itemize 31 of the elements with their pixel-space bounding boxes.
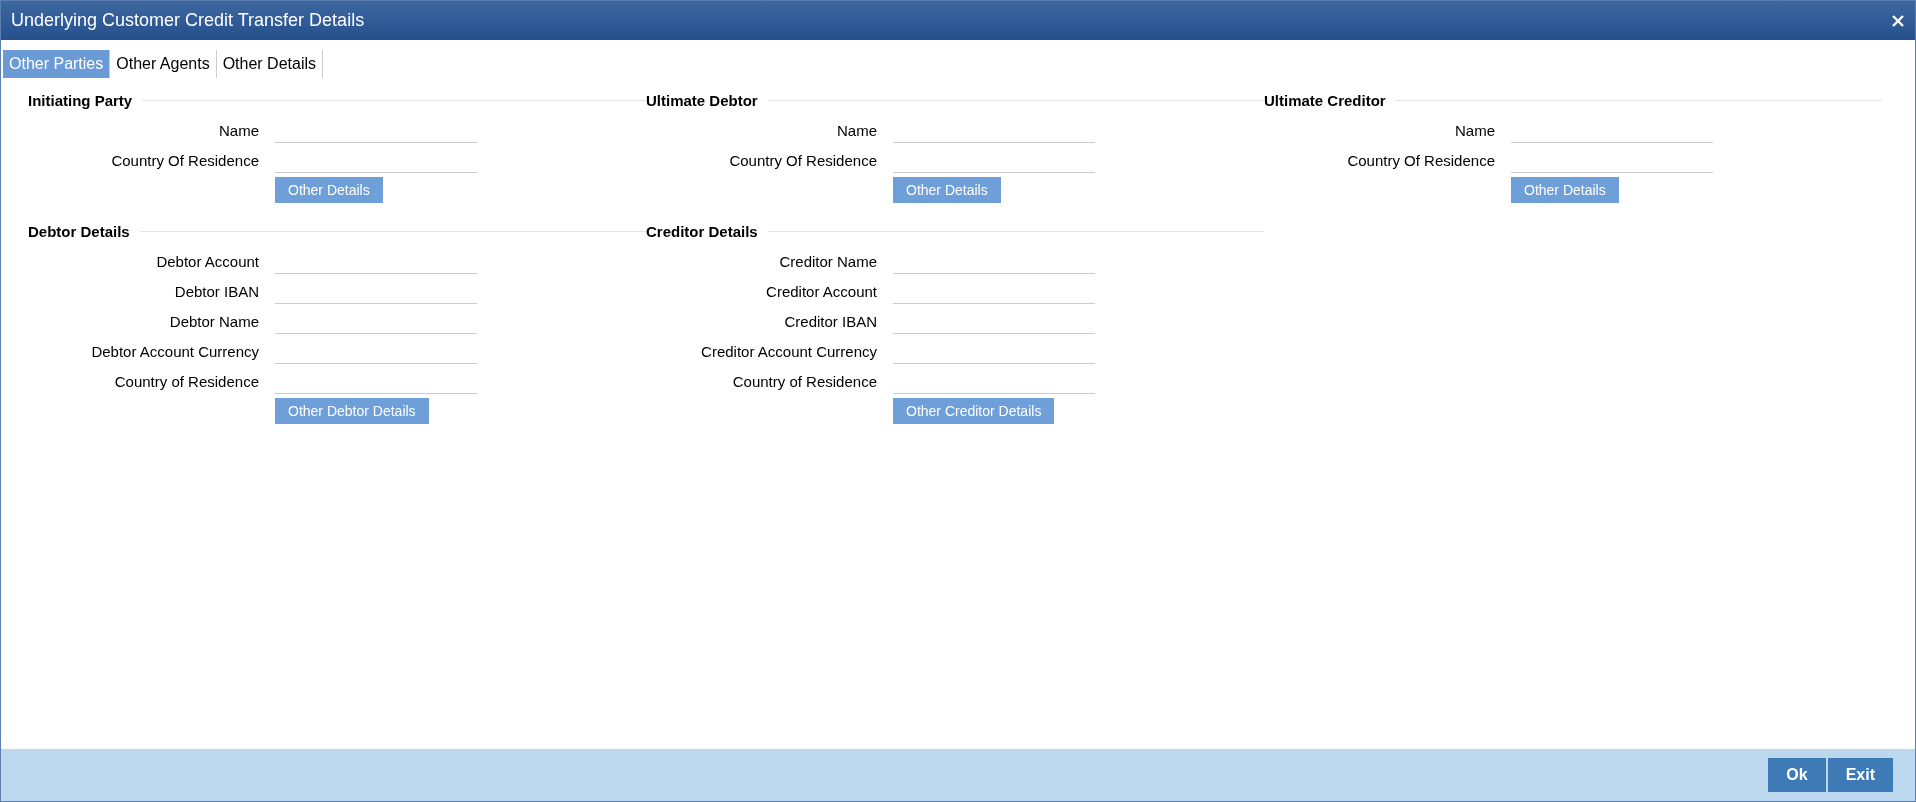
field-label: Creditor Account: [765, 282, 878, 300]
field-label: Creditor IBAN: [783, 312, 878, 330]
field-label: Debtor IBAN: [173, 282, 260, 300]
section-title: Debtor Details: [28, 223, 130, 240]
field-label: Country Of Residence: [110, 151, 260, 169]
field-label: Name: [1454, 121, 1496, 139]
details-button[interactable]: Other Creditor Details: [893, 398, 1055, 424]
footer-button[interactable]: Exit: [1827, 758, 1893, 792]
section-title: Initiating Party: [28, 92, 133, 109]
field-label: Name: [218, 121, 260, 139]
field-label: Debtor Account: [155, 252, 260, 270]
field-label: Name: [836, 121, 878, 139]
section-title: Ultimate Creditor: [1264, 92, 1386, 109]
footer-button[interactable]: Ok: [1768, 758, 1826, 792]
field-label: Country Of Residence: [1346, 151, 1496, 169]
tab[interactable]: Other Parties: [3, 50, 111, 78]
field-label: Country Of Residence: [728, 151, 878, 169]
field-label: Creditor Name: [778, 252, 878, 270]
field-label: Creditor Account Currency: [700, 342, 878, 360]
field-label: Country of Residence: [113, 372, 260, 390]
section-title: Ultimate Debtor: [646, 92, 758, 109]
details-button[interactable]: Other Details: [893, 177, 1001, 203]
field-label: Debtor Account Currency: [90, 342, 260, 360]
close-icon[interactable]: [1891, 13, 1905, 28]
window-title: Underlying Customer Credit Transfer Details: [11, 10, 365, 31]
section-title: Creditor Details: [646, 223, 758, 240]
field-label: Debtor Name: [168, 312, 260, 330]
details-button[interactable]: Other Details: [275, 177, 383, 203]
field-label: Country of Residence: [731, 372, 878, 390]
details-button[interactable]: Other Details: [1511, 177, 1619, 203]
details-button[interactable]: Other Debtor Details: [275, 398, 429, 424]
